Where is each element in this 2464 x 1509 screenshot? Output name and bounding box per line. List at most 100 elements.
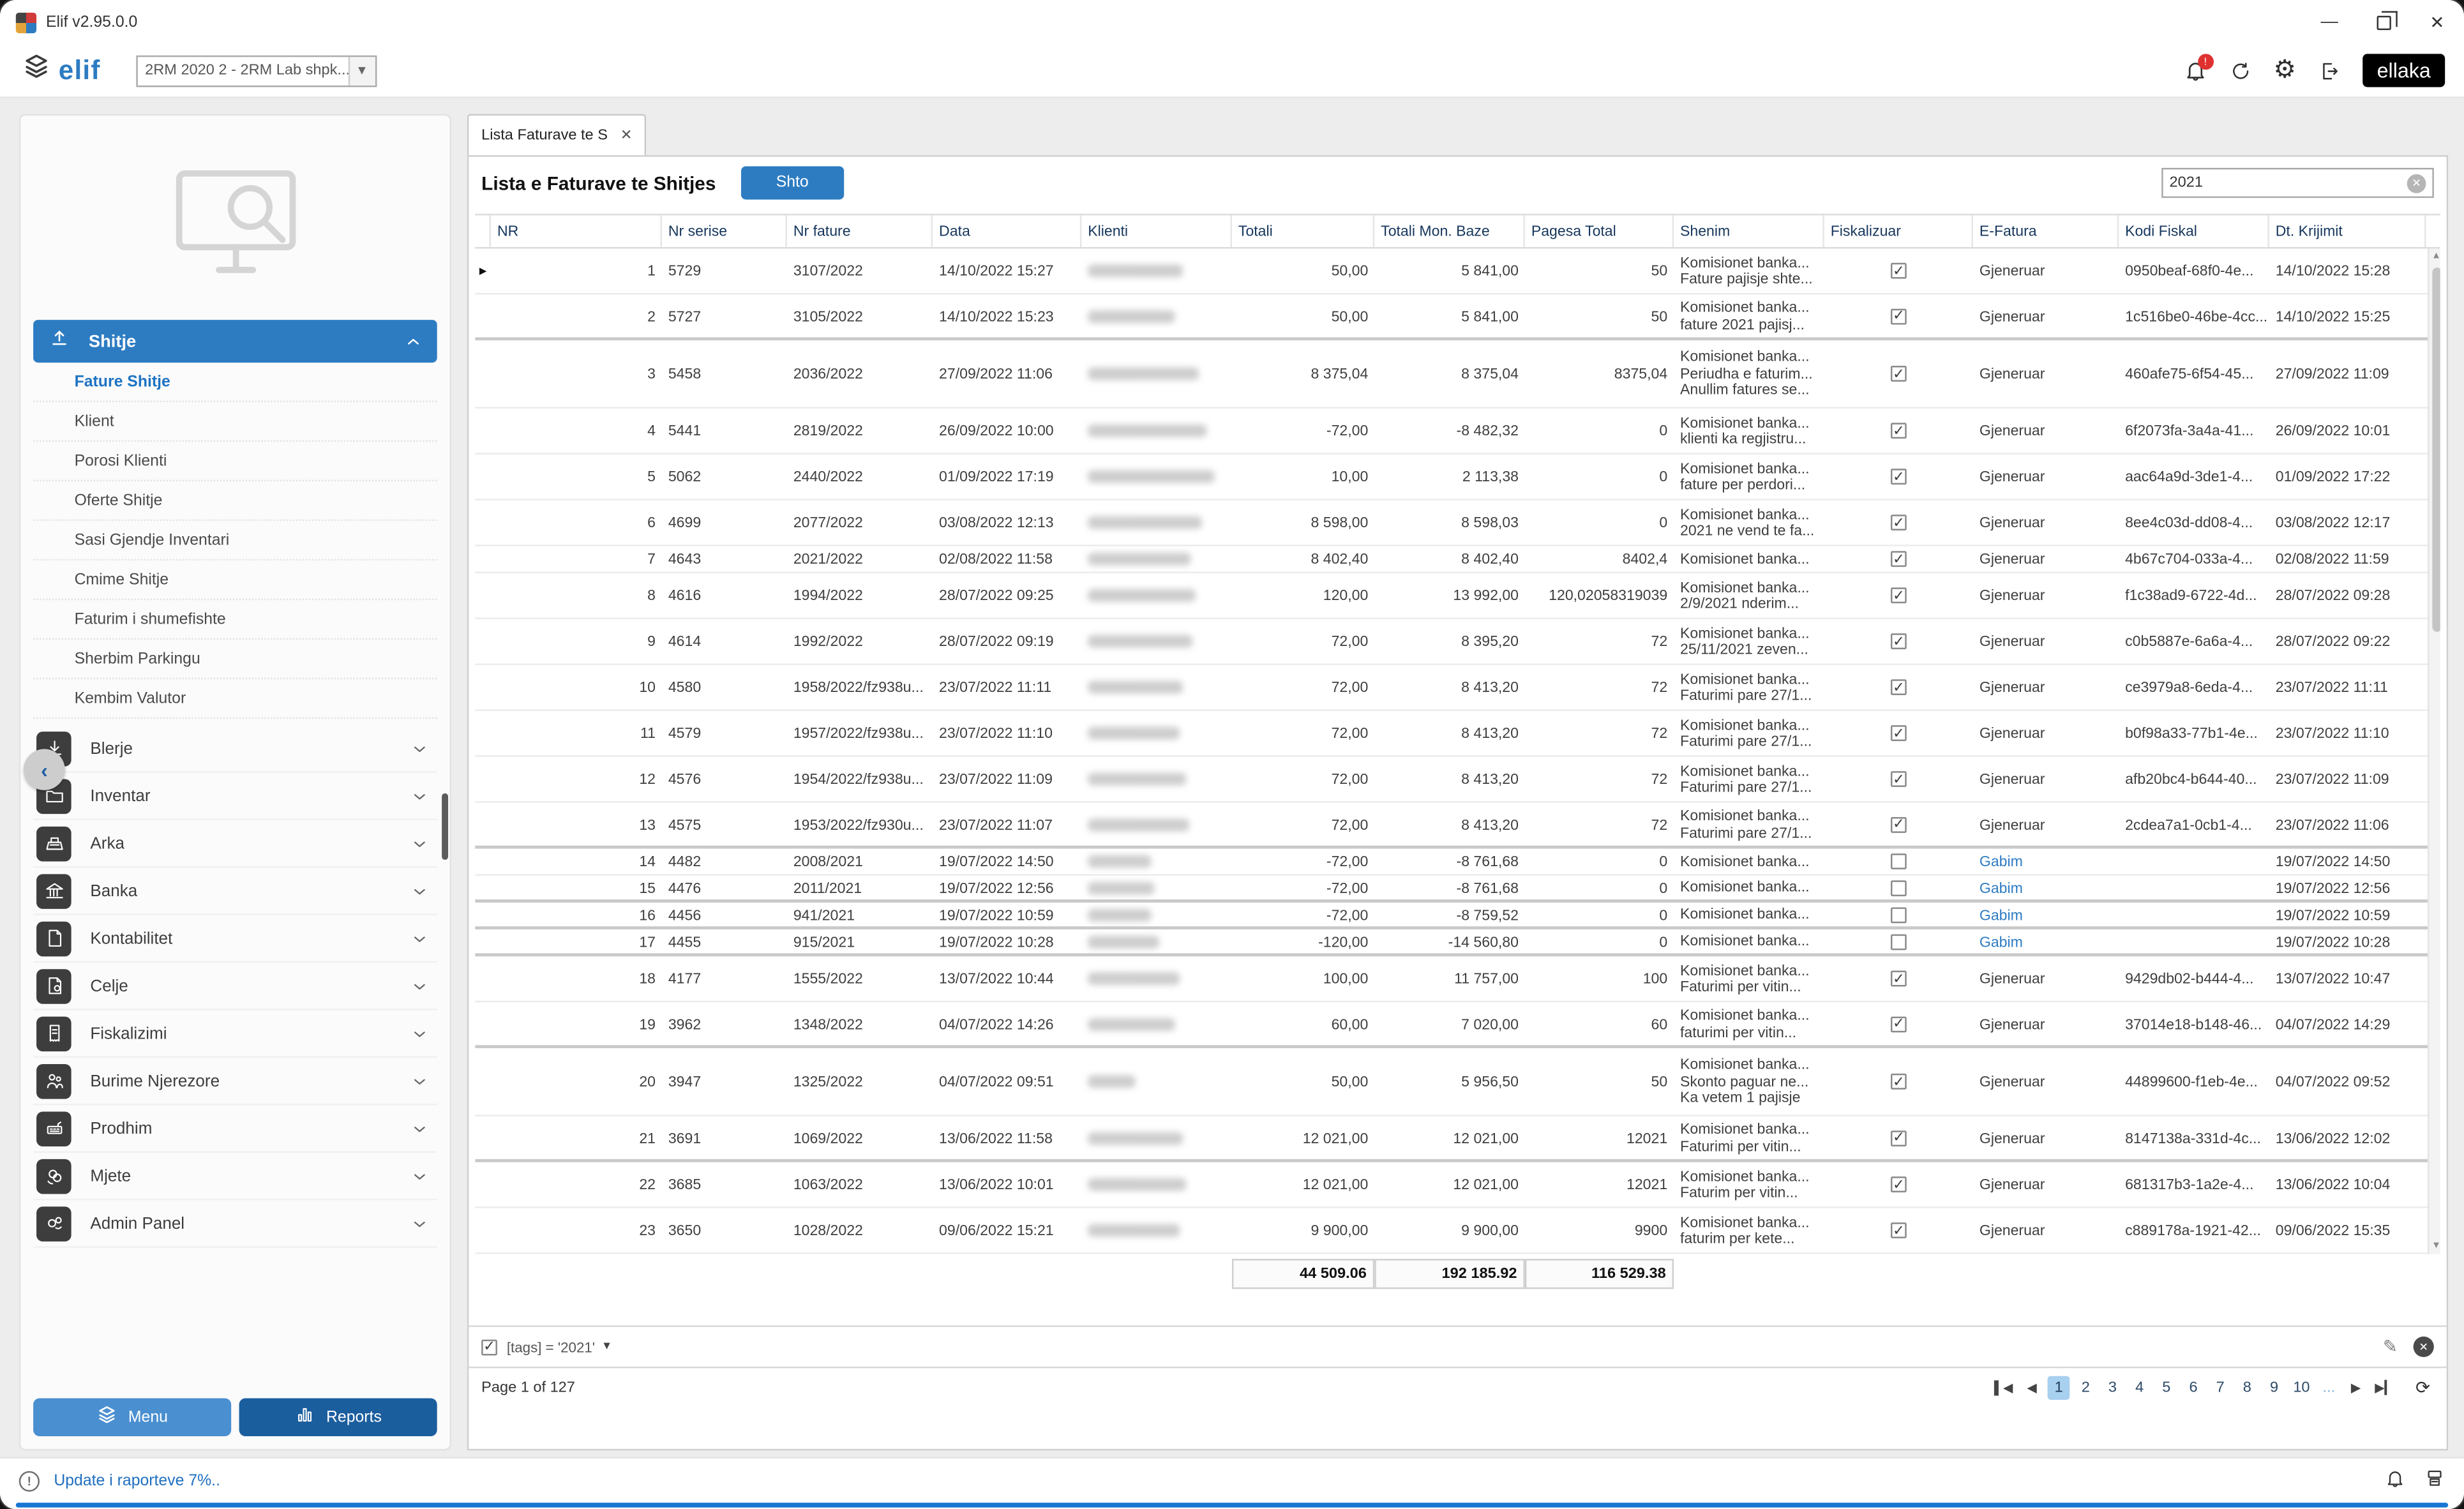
fiskalizuar-checkbox[interactable]: ✓ [1891,971,1907,987]
search-input[interactable]: 2021 ✕ [2161,168,2434,198]
table-row[interactable]: 1145791957/2022/fz938u...23/07/2022 11:1… [475,711,2440,757]
scrollbar-thumb[interactable] [2431,267,2440,632]
refresh-icon[interactable]: ⟳ [2412,1376,2434,1400]
filter-checkbox[interactable]: ✓ [481,1339,497,1355]
fiskalizuar-checkbox[interactable]: ✓ [1891,679,1907,695]
table-row[interactable]: 1939621348/202204/07/2022 14:2660,007 02… [475,1002,2440,1048]
edit-filter-pencil-icon[interactable]: ✎ [2383,1337,2398,1357]
fiskalizuar-checkbox[interactable] [1891,933,1907,949]
status-device-icon[interactable] [2424,1467,2445,1496]
filter-caret-icon[interactable]: ▼ [601,1341,612,1352]
table-row[interactable]: 454412819/202226/09/2022 10:00-72,00-8 4… [475,409,2440,454]
table-row[interactable]: 354582036/202227/09/2022 11:068 375,048 … [475,340,2440,409]
sidebar-collapse-button[interactable]: ‹ [24,749,64,790]
reports-button[interactable]: Reports [239,1398,437,1436]
column-header-klienti[interactable]: Klienti [1081,215,1232,247]
fiskalizuar-checkbox[interactable]: ✓ [1891,514,1907,530]
sidebar-group-fiskalizimi[interactable]: Fiskalizimi [33,1010,437,1058]
page-number-7[interactable]: 7 [2209,1376,2232,1400]
table-row[interactable]: 1245761954/2022/fz938u...23/07/2022 11:0… [475,757,2440,803]
table-row[interactable]: 1444822008/202119/07/2022 14:50-72,00-8 … [475,849,2440,876]
fiskalizuar-checkbox[interactable]: ✓ [1891,1130,1907,1146]
company-select[interactable]: 2RM 2020 2 - 2RM Lab shpk... ▼ [135,55,376,87]
sidebar-item-oferte-shitje[interactable]: Oferte Shitje [33,481,437,521]
table-vertical-scrollbar[interactable]: ▲▼ [2428,248,2440,1254]
table-row[interactable]: 1045801958/2022/fz938u...23/07/2022 11:1… [475,665,2440,711]
fiskalizuar-checkbox[interactable]: ✓ [1891,469,1907,484]
chevron-down-icon[interactable]: ▼ [348,56,375,85]
next-page-icon[interactable]: ▶ [2345,1376,2367,1400]
column-header-pagesa-total[interactable]: Pagesa Total [1525,215,1674,247]
column-header-shenim[interactable]: Shenim [1674,215,1824,247]
page-number-1[interactable]: 1 [2048,1376,2070,1400]
table-row[interactable]: 1544762011/202119/07/2022 12:56-72,00-8 … [475,876,2440,903]
sidebar-group-banka[interactable]: Banka [33,867,437,915]
sidebar-item-faturim-i-shumefishte[interactable]: Faturim i shumefishte [33,600,437,640]
sidebar-group-celje[interactable]: Celje [33,963,437,1010]
table-row[interactable]: 164456941/202119/07/2022 10:59-72,00-8 7… [475,903,2440,929]
restore-button[interactable] [2356,0,2410,44]
sidebar-group-prodhim[interactable]: Prodhim [33,1106,437,1153]
page-number-3[interactable]: 3 [2101,1376,2124,1400]
fiskalizuar-checkbox[interactable]: ✓ [1891,1074,1907,1090]
fiskalizuar-checkbox[interactable]: ✓ [1891,771,1907,787]
column-header-kodi-fiskal[interactable]: Kodi Fiskal [2119,215,2269,247]
table-row[interactable]: 746432021/202202/08/2022 11:588 402,408 … [475,546,2440,573]
column-header-totali[interactable]: Totali [1232,215,1374,247]
column-header-nr[interactable]: NR [491,215,662,247]
minimize-button[interactable]: — [2302,0,2356,44]
status-bell-icon[interactable] [2385,1467,2405,1496]
page-number-2[interactable]: 2 [2075,1376,2097,1400]
table-row[interactable]: 646992077/202203/08/2022 12:138 598,008 … [475,500,2440,546]
notifications-bell-icon[interactable]: ! [2183,59,2207,82]
sidebar-group-kontabilitet[interactable]: Kontabilitet [33,915,437,963]
sidebar-item-porosi-klienti[interactable]: Porosi Klienti [33,442,437,481]
page-number-5[interactable]: 5 [2156,1376,2178,1400]
search-clear-icon[interactable]: ✕ [2407,174,2426,193]
table-row[interactable]: 846161994/202228/07/2022 09:25120,0013 9… [475,573,2440,619]
table-row[interactable]: 2336501028/202209/06/2022 15:219 900,009… [475,1208,2440,1254]
fiskalizuar-checkbox[interactable]: ✓ [1891,725,1907,741]
add-invoice-button[interactable]: Shto [741,166,843,199]
column-header-data[interactable]: Data [933,215,1081,247]
column-header-nr-serise[interactable]: Nr serise [662,215,787,247]
logout-icon[interactable] [2318,59,2341,82]
column-header-e-fatura[interactable]: E-Fatura [1973,215,2119,247]
sidebar-item-klient[interactable]: Klient [33,402,437,442]
fiskalizuar-checkbox[interactable]: ✓ [1891,587,1907,603]
scroll-down-icon[interactable]: ▼ [2429,1238,2440,1254]
column-header-dt-krijimit[interactable]: Dt. Krijimit [2269,215,2426,247]
close-button[interactable]: ✕ [2410,0,2464,44]
fiskalizuar-checkbox[interactable]: ✓ [1891,263,1907,279]
table-row[interactable]: 550622440/202201/09/2022 17:1910,002 113… [475,454,2440,500]
sidebar-group-admin-panel[interactable]: Admin Panel [33,1200,437,1247]
menu-button[interactable]: Menu [33,1398,231,1436]
fiskalizuar-checkbox[interactable] [1891,906,1907,922]
table-row[interactable]: 257273105/202214/10/2022 15:2350,005 841… [475,294,2440,340]
fiskalizuar-checkbox[interactable] [1891,880,1907,896]
page-number-8[interactable]: 8 [2236,1376,2258,1400]
table-row[interactable]: 2039471325/202204/07/2022 09:5150,005 95… [475,1048,2440,1116]
table-row[interactable]: 2136911069/202213/06/2022 11:5812 021,00… [475,1116,2440,1162]
tab-close-icon[interactable]: ✕ [620,126,633,144]
sidebar-group-shitje[interactable]: Shitje [33,320,437,363]
fiskalizuar-checkbox[interactable]: ✓ [1891,816,1907,832]
page-number-10[interactable]: 10 [2290,1376,2313,1400]
page-number-6[interactable]: 6 [2182,1376,2205,1400]
column-header-totali-mon-baze[interactable]: Totali Mon. Baze [1374,215,1525,247]
sidebar-item-cmime-shitje[interactable]: Cmime Shitje [33,560,437,600]
sidebar-group-inventar[interactable]: Inventar [33,773,437,820]
table-row[interactable]: 174455915/202119/07/2022 10:28-120,00-14… [475,929,2440,956]
last-page-icon[interactable]: ▶▎ [2371,1376,2397,1400]
user-badge[interactable]: ellaka [2363,54,2445,87]
table-row[interactable]: 946141992/202228/07/2022 09:1972,008 395… [475,619,2440,665]
sidebar-group-burime-njerezore[interactable]: Burime Njerezore [33,1058,437,1105]
table-row[interactable]: ▶157293107/202214/10/2022 15:2750,005 84… [475,248,2440,294]
sidebar-item-sasi-gjendje-inventari[interactable]: Sasi Gjendje Inventari [33,521,437,560]
sidebar-item-sherbim-parkingu[interactable]: Sherbim Parkingu [33,640,437,679]
table-row[interactable]: 1841771555/202213/07/2022 10:44100,0011 … [475,956,2440,1002]
page-number-9[interactable]: 9 [2263,1376,2285,1400]
first-page-icon[interactable]: ▌◀ [1991,1376,2016,1400]
table-row[interactable]: 2236851063/202213/06/2022 10:0112 021,00… [475,1162,2440,1208]
fiskalizuar-checkbox[interactable]: ✓ [1891,1176,1907,1192]
